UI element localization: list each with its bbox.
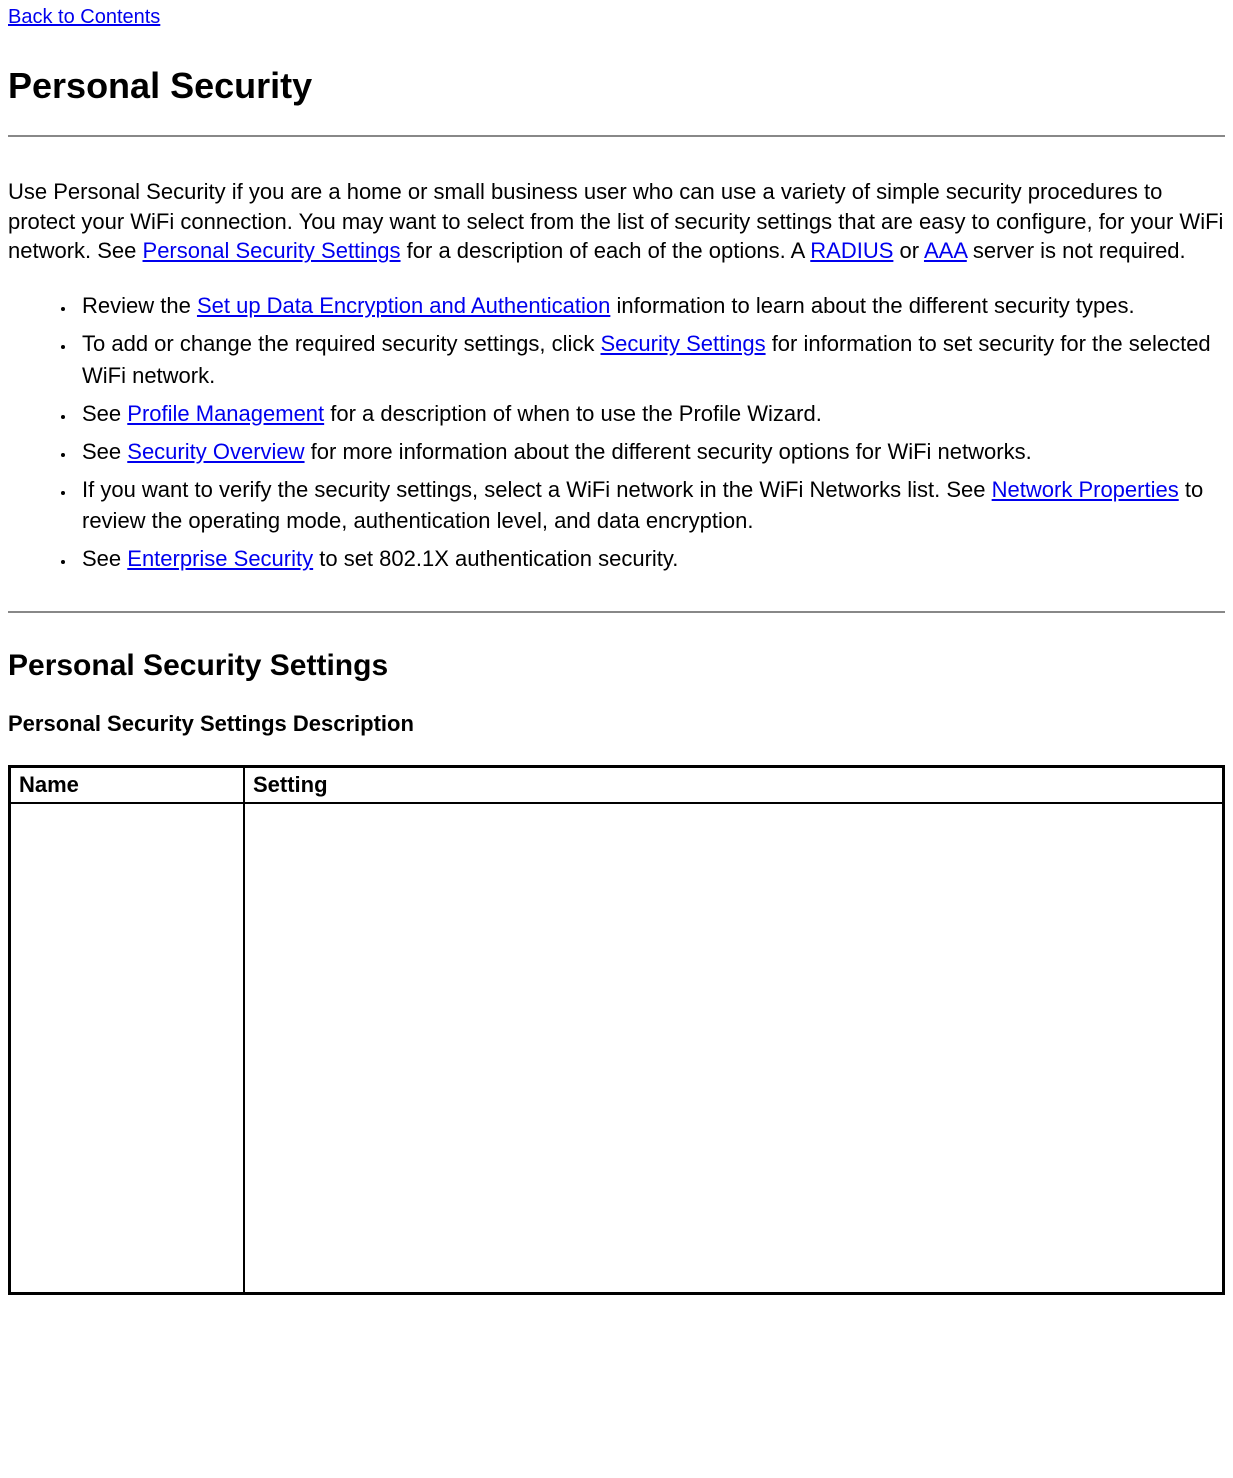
list-item: Review the Set up Data Encryption and Au… <box>76 290 1225 322</box>
list-item: If you want to verify the security setti… <box>76 474 1225 538</box>
list-item: See Enterprise Security to set 802.1X au… <box>76 543 1225 575</box>
radius-link[interactable]: RADIUS <box>810 238 893 263</box>
enterprise-security-link[interactable]: Enterprise Security <box>127 546 313 571</box>
security-settings-link[interactable]: Security Settings <box>601 331 766 356</box>
security-overview-link[interactable]: Security Overview <box>127 439 304 464</box>
bullet-pre: If you want to verify the security setti… <box>82 477 992 502</box>
table-cell-setting <box>244 803 1224 1294</box>
divider-top <box>8 135 1225 137</box>
bullet-pre: See <box>82 546 127 571</box>
personal-security-settings-link[interactable]: Personal Security Settings <box>143 238 401 263</box>
settings-table: Name Setting <box>8 765 1225 1295</box>
section-title: Personal Security Settings <box>8 649 1225 683</box>
subsection-title: Personal Security Settings Description <box>8 711 1225 737</box>
bullet-post: for a description of when to use the Pro… <box>324 401 822 426</box>
aaa-link[interactable]: AAA <box>924 238 967 263</box>
network-properties-link[interactable]: Network Properties <box>992 477 1179 502</box>
table-row <box>10 803 1224 1294</box>
list-item: See Security Overview for more informati… <box>76 436 1225 468</box>
table-header-setting: Setting <box>244 767 1224 804</box>
page-title: Personal Security <box>8 65 1225 107</box>
table-header-name: Name <box>10 767 245 804</box>
bullet-list: Review the Set up Data Encryption and Au… <box>8 290 1225 575</box>
table-cell-name <box>10 803 245 1294</box>
bullet-post: to set 802.1X authentication security. <box>313 546 678 571</box>
profile-management-link[interactable]: Profile Management <box>127 401 324 426</box>
list-item: See Profile Management for a description… <box>76 398 1225 430</box>
bullet-pre: Review the <box>82 293 197 318</box>
bullet-post: information to learn about the different… <box>610 293 1134 318</box>
back-to-contents-link[interactable]: Back to Contents <box>8 6 160 29</box>
intro-text-4: server is not required. <box>967 238 1186 263</box>
bullet-pre: See <box>82 401 127 426</box>
bullet-pre: See <box>82 439 127 464</box>
divider-mid <box>8 611 1225 613</box>
setup-encryption-link[interactable]: Set up Data Encryption and Authenticatio… <box>197 293 610 318</box>
intro-text-2: for a description of each of the options… <box>401 238 811 263</box>
bullet-pre: To add or change the required security s… <box>82 331 601 356</box>
list-item: To add or change the required security s… <box>76 328 1225 392</box>
intro-text-3: or <box>893 238 924 263</box>
bullet-post: for more information about the different… <box>305 439 1032 464</box>
intro-paragraph: Use Personal Security if you are a home … <box>8 177 1225 266</box>
table-header-row: Name Setting <box>10 767 1224 804</box>
